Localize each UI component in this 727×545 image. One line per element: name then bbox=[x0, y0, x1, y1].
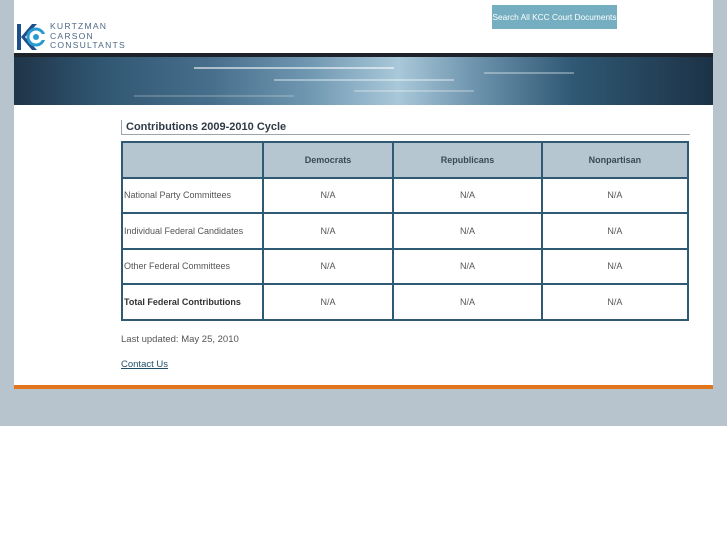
contributions-table: Democrats Republicans Nonpartisan Nation… bbox=[121, 141, 690, 321]
table-cell: N/A bbox=[392, 283, 543, 321]
table-cell: N/A bbox=[261, 176, 395, 214]
table-cell: N/A bbox=[540, 212, 690, 250]
row-label: Other Federal Committees bbox=[121, 247, 264, 285]
column-header-democrats: Democrats bbox=[261, 141, 395, 179]
footer-accent-bar bbox=[14, 385, 713, 389]
kcc-logo-icon bbox=[17, 24, 45, 50]
table-row: National Party Committees N/A N/A N/A bbox=[121, 176, 690, 214]
header-banner-image bbox=[14, 57, 713, 105]
table-row-total: Total Federal Contributions N/A N/A N/A bbox=[121, 283, 690, 321]
table-cell: N/A bbox=[540, 247, 690, 285]
section-title: Contributions 2009-2010 Cycle bbox=[121, 120, 690, 135]
table-row: Individual Federal Candidates N/A N/A N/… bbox=[121, 212, 690, 250]
row-label: Individual Federal Candidates bbox=[121, 212, 264, 250]
row-label-total: Total Federal Contributions bbox=[121, 283, 264, 321]
table-cell: N/A bbox=[392, 212, 543, 250]
table-header-row: Democrats Republicans Nonpartisan bbox=[121, 141, 690, 179]
table-cell: N/A bbox=[261, 212, 395, 250]
logo-line-3: CONSULTANTS bbox=[50, 40, 126, 51]
column-header-nonpartisan: Nonpartisan bbox=[540, 141, 690, 179]
table-cell: N/A bbox=[392, 176, 543, 214]
table-cell: N/A bbox=[261, 283, 395, 321]
site-header: KURTZMAN CARSON CONSULTANTS Search All K… bbox=[14, 0, 713, 53]
column-header-blank bbox=[121, 141, 264, 179]
kcc-logo[interactable]: KURTZMAN CARSON CONSULTANTS bbox=[17, 21, 127, 52]
last-updated-text: Last updated: May 25, 2010 bbox=[121, 333, 239, 345]
search-court-documents-button[interactable]: Search All KCC Court Documents bbox=[492, 5, 617, 29]
logo-wordmark: KURTZMAN CARSON CONSULTANTS bbox=[50, 21, 126, 51]
column-header-republicans: Republicans bbox=[392, 141, 543, 179]
main-content: Contributions 2009-2010 Cycle Democrats … bbox=[121, 120, 690, 372]
table-cell: N/A bbox=[540, 283, 690, 321]
contact-us-link[interactable]: Contact Us bbox=[121, 359, 168, 370]
table-row: Other Federal Committees N/A N/A N/A bbox=[121, 247, 690, 285]
table-cell: N/A bbox=[392, 247, 543, 285]
table-cell: N/A bbox=[261, 247, 395, 285]
table-cell: N/A bbox=[540, 176, 690, 214]
row-label: National Party Committees bbox=[121, 176, 264, 214]
